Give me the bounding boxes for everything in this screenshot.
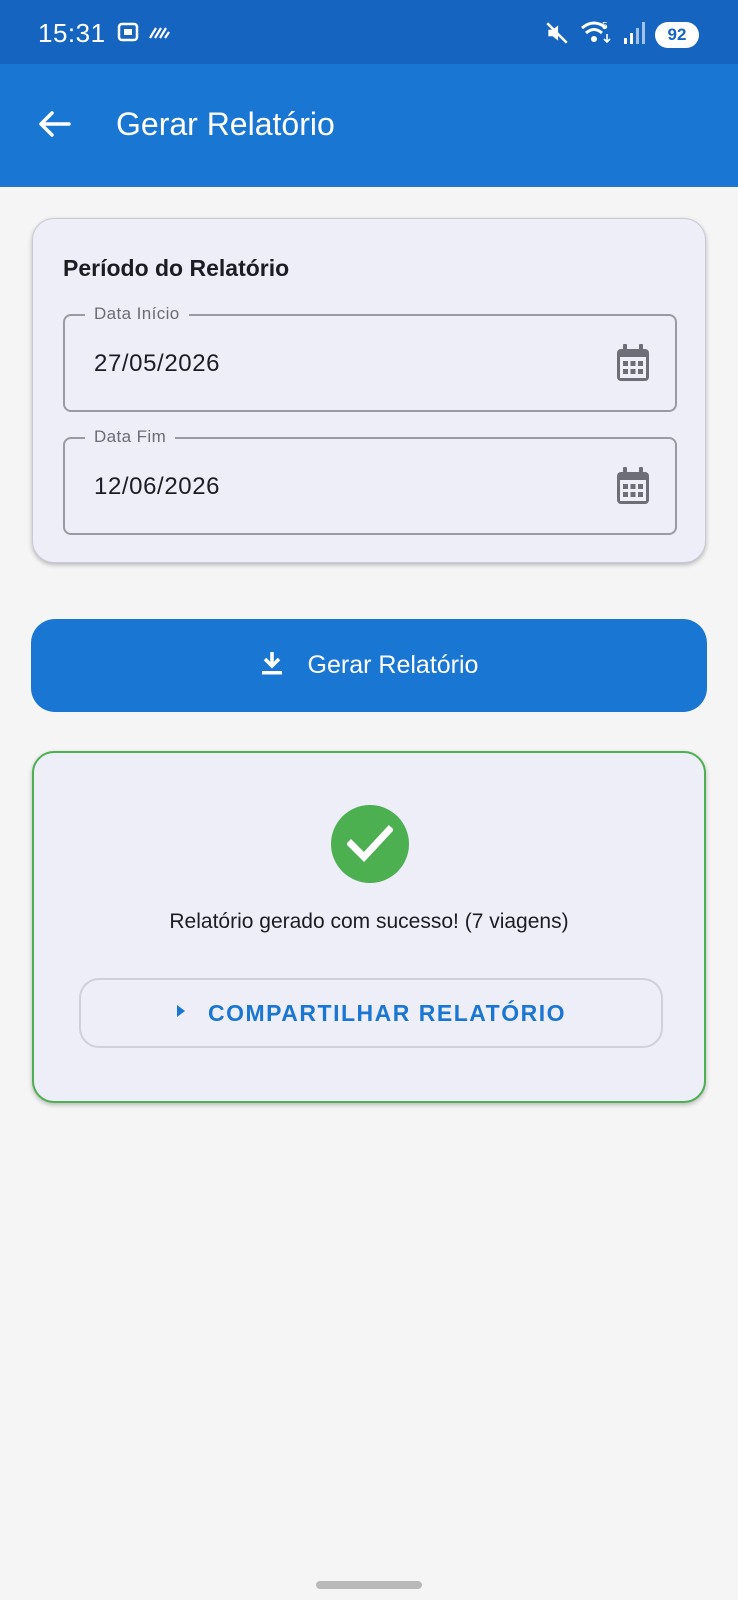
status-time: 15:31: [38, 18, 106, 48]
calendar-icon[interactable]: [615, 343, 651, 388]
page-title: Gerar Relatório: [116, 106, 335, 142]
wifi-icon: 5: [580, 20, 612, 51]
screenshot-icon: [116, 20, 140, 49]
home-indicator[interactable]: [316, 1581, 422, 1589]
start-date-label: Data Início: [85, 304, 189, 324]
data-saver-icon: [148, 24, 170, 45]
end-date-value: 12/06/2026: [94, 473, 221, 500]
calendar-icon[interactable]: [615, 466, 651, 511]
period-card-title: Período do Relatório: [63, 255, 290, 281]
arrow-back-icon: [37, 109, 71, 144]
back-button[interactable]: [30, 106, 78, 146]
check-circle-icon: [331, 805, 409, 883]
share-report-button[interactable]: COMPARTILHAR RELATÓRIO: [79, 978, 663, 1048]
status-bar: 15:31 5 92: [0, 0, 738, 64]
result-card: Relatório gerado com sucesso! (7 viagens…: [32, 751, 706, 1103]
app-bar: Gerar Relatório: [0, 64, 738, 187]
success-message: Relatório gerado com sucesso! (7 viagens…: [169, 910, 569, 933]
svg-text:5: 5: [602, 21, 608, 32]
download-icon: [260, 650, 284, 681]
start-date-value: 27/05/2026: [94, 350, 221, 377]
start-date-field[interactable]: Data Início 27/05/2026: [63, 304, 677, 412]
end-date-label: Data Fim: [85, 427, 176, 447]
generate-report-button[interactable]: Gerar Relatório: [31, 619, 707, 712]
signal-icon: [622, 20, 646, 51]
generate-report-label: Gerar Relatório: [307, 651, 479, 679]
play-arrow-icon: [176, 1004, 186, 1023]
battery-indicator: 92: [655, 22, 699, 48]
share-report-label: COMPARTILHAR RELATÓRIO: [208, 999, 566, 1026]
end-date-field[interactable]: Data Fim 12/06/2026: [63, 427, 677, 535]
mute-icon: [544, 20, 570, 51]
period-card: Período do Relatório Data Início 27/05/2…: [32, 218, 706, 563]
